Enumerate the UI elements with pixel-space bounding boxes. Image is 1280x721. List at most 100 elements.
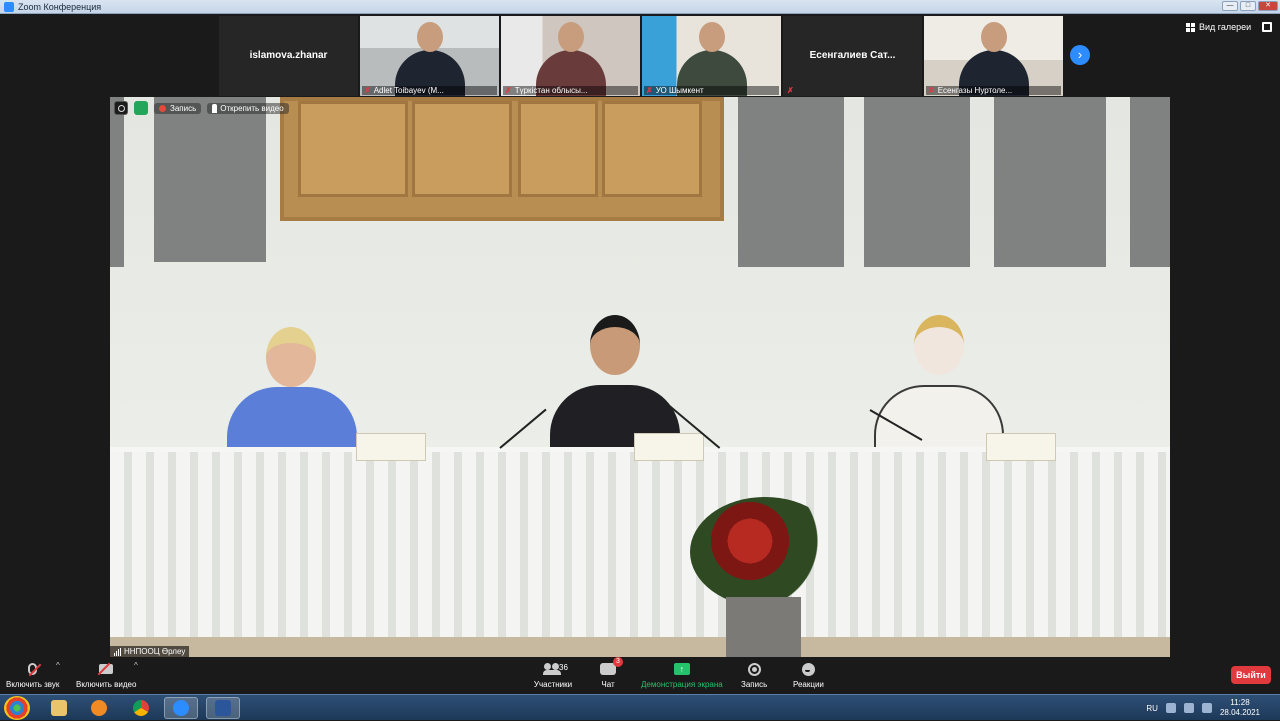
clock-time: 11:28 [1230, 698, 1250, 707]
leave-meeting-button[interactable]: Выйти [1231, 666, 1271, 684]
participant-label: ✗ Adlet Toibayev (M... [362, 86, 497, 95]
participant-strip: islamova.zhanar ✗ Adlet Toibayev (M... ✗… [219, 16, 1063, 96]
wall-panel [1130, 97, 1170, 267]
word-icon [215, 700, 231, 716]
meeting-stage: islamova.zhanar ✗ Adlet Toibayev (M... ✗… [0, 14, 1280, 659]
unpin-video-button[interactable]: Открепить видео [207, 102, 289, 114]
microphone-muted-icon [28, 663, 42, 677]
recording-label: Запись [170, 103, 197, 113]
taskbar-word[interactable] [206, 697, 240, 719]
participant-name: Есенгалиев Сат... [809, 50, 896, 61]
close-button[interactable]: ✕ [1258, 1, 1278, 11]
wall-panel [994, 97, 1106, 267]
clock-date: 28.04.2021 [1219, 708, 1260, 717]
security-shield-icon[interactable] [134, 101, 148, 115]
zoom-icon [173, 700, 189, 716]
participant-name: УО Шымкент [655, 86, 704, 95]
participant-tile[interactable]: ✗ Түркістан облысы... [501, 16, 640, 96]
name-plaque [634, 433, 704, 461]
recording-indicator[interactable]: Запись [154, 102, 202, 114]
taskbar-media-player[interactable] [82, 697, 116, 719]
start-button-icon[interactable] [4, 696, 30, 720]
wall-panel [110, 97, 124, 267]
start-video-label: Включить видео [76, 680, 137, 689]
fullscreen-icon[interactable] [1262, 22, 1272, 32]
share-screen-button[interactable]: ↑ Демонстрация экрана [641, 661, 723, 689]
chat-button[interactable]: 3 Чат [600, 657, 623, 689]
taskbar-chrome[interactable] [124, 697, 158, 719]
reactions-label: Реакции [793, 680, 824, 689]
gallery-view-label: Вид галереи [1199, 22, 1252, 32]
start-video-button[interactable]: Включить видео [76, 661, 136, 689]
taskbar-explorer[interactable] [42, 697, 76, 719]
media-player-icon [91, 700, 107, 716]
participant-label: ✗ Есенгазы Нуртоле... [926, 86, 1061, 95]
participant-tile[interactable]: islamova.zhanar [219, 16, 358, 96]
participant-label: ✗ Түркістан облысы... [503, 86, 638, 95]
audio-options-caret-icon[interactable]: ^ [56, 661, 60, 670]
language-indicator[interactable]: RU [1146, 704, 1158, 713]
mic-muted-icon: ✗ [505, 86, 512, 95]
record-button[interactable]: Запись [741, 661, 767, 689]
participant-name: Есенгазы Нуртоле... [937, 86, 1013, 95]
record-dot-icon [159, 104, 166, 112]
mic-muted-icon: ✗ [364, 86, 371, 95]
meeting-controls: Включить звук ^ Включить видео ^ 36 Учас… [0, 657, 1280, 694]
wall-panel [864, 97, 970, 267]
reactions-button[interactable]: Реакции [793, 661, 824, 689]
gallery-view-button[interactable]: Вид галереи [1186, 22, 1251, 32]
participant-tile[interactable]: ✗ Есенгазы Нуртоле... [924, 16, 1063, 96]
unpin-video-label: Открепить видео [220, 103, 284, 113]
name-plaque [356, 433, 426, 461]
wall-panel [154, 97, 266, 262]
window-title: Zoom Конференция [18, 1, 102, 12]
volume-icon[interactable] [1201, 703, 1212, 713]
presenter-left [222, 327, 362, 457]
chat-unread-badge: 3 [613, 657, 623, 667]
wood-panel [280, 97, 724, 221]
taskbar-zoom[interactable] [164, 697, 198, 719]
flower-bouquet [690, 497, 840, 607]
table-cloth [110, 452, 1170, 644]
participant-label: ✗ УО Шымкент [644, 86, 779, 95]
share-screen-label: Демонстрация экрана [641, 680, 723, 689]
flower-vase [726, 597, 801, 657]
participant-name: Adlet Toibayev (M... [373, 86, 444, 95]
wall-panel [738, 97, 844, 267]
camera-off-icon [97, 662, 114, 676]
participant-tile[interactable]: ✗ УО Шымкент [642, 16, 781, 96]
signal-icon [114, 647, 121, 656]
name-plaque [986, 433, 1056, 461]
folder-icon [51, 700, 67, 716]
participant-name: Түркістан облысы... [514, 86, 588, 95]
window-controls: — □ ✕ [1222, 1, 1278, 11]
floor [110, 637, 1170, 657]
chat-label: Чат [601, 680, 615, 689]
info-icon [117, 104, 125, 112]
share-screen-icon: ↑ [673, 663, 690, 675]
unmute-button[interactable]: Включить звук [6, 661, 59, 689]
mic-muted-icon: ✗ [646, 86, 653, 95]
main-video[interactable]: Запись Открепить видео ННПООЦ Өрлеу [110, 97, 1170, 657]
participants-button[interactable]: 36 Участники [533, 661, 573, 689]
tray-arrow-icon[interactable] [1165, 703, 1176, 713]
mic-muted-icon: ✗ [787, 86, 794, 95]
participants-label: Участники [533, 680, 573, 689]
next-page-button[interactable]: › [1070, 45, 1090, 65]
video-options-caret-icon[interactable]: ^ [134, 661, 138, 670]
participant-tile[interactable]: ✗ Adlet Toibayev (M... [360, 16, 499, 96]
maximize-button[interactable]: □ [1240, 1, 1256, 11]
pin-icon [212, 103, 218, 113]
network-icon[interactable] [1183, 703, 1194, 713]
smiley-icon [801, 662, 815, 676]
speaker-name: ННПООЦ Өрлеу [124, 647, 186, 656]
mic-muted-icon: ✗ [928, 86, 935, 95]
window-titlebar: Zoom Конференция — □ ✕ [0, 0, 1280, 14]
clock[interactable]: 11:28 28.04.2021 [1220, 698, 1260, 718]
minimize-button[interactable]: — [1222, 1, 1238, 11]
record-icon [747, 662, 761, 676]
meeting-info-button[interactable] [114, 101, 128, 115]
presenter-right [874, 315, 1004, 455]
participant-tile[interactable]: Есенгалиев Сат... ✗ [783, 16, 922, 96]
grid-icon [1186, 22, 1195, 32]
